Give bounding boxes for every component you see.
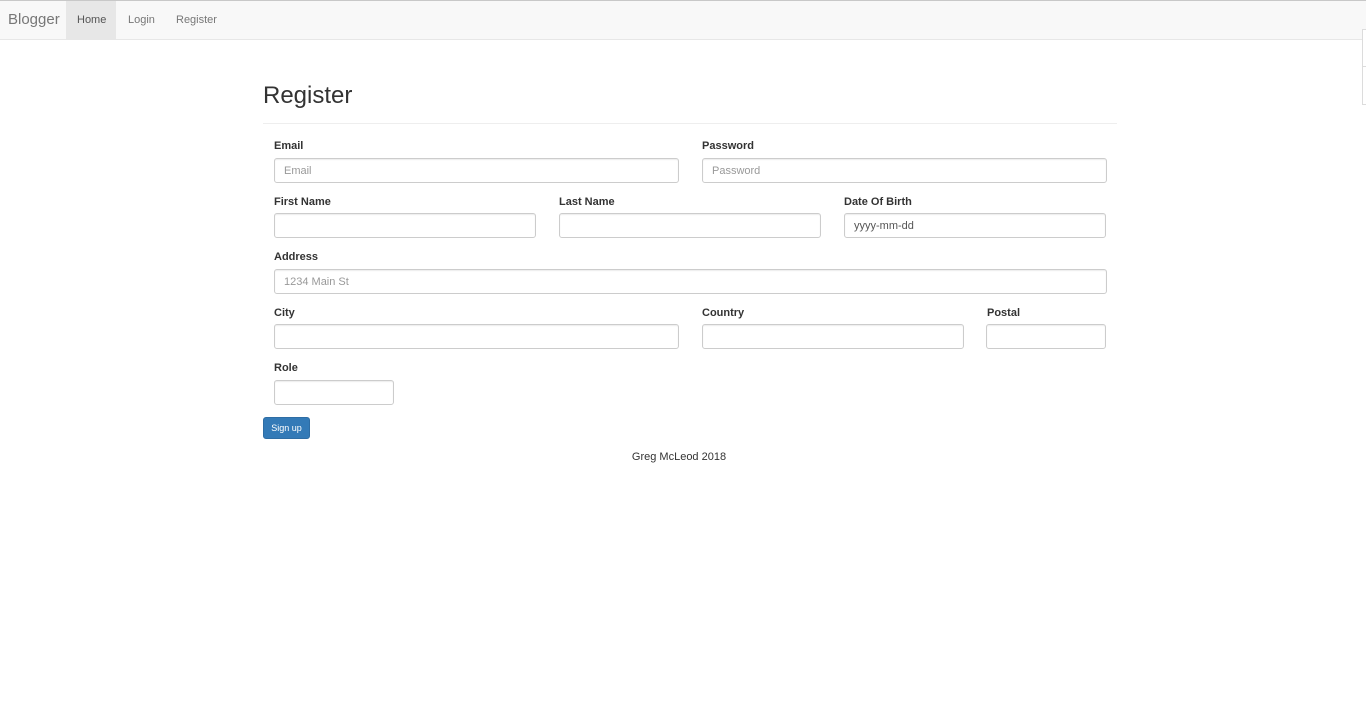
password-label: Password [702, 140, 754, 152]
postal-input[interactable] [986, 324, 1106, 349]
first-name-input[interactable] [274, 213, 536, 238]
address-input[interactable] [274, 269, 1107, 294]
role-label: Role [274, 362, 298, 374]
nav-link-home[interactable]: Home [66, 1, 116, 40]
password-input[interactable] [702, 158, 1107, 183]
country-input[interactable] [702, 324, 964, 349]
role-input[interactable] [274, 380, 394, 405]
brand-logo[interactable]: Blogger [8, 11, 60, 29]
first-name-label: First Name [274, 196, 331, 208]
dob-label: Date Of Birth [844, 196, 912, 208]
city-label: City [274, 307, 295, 319]
country-label: Country [702, 307, 745, 319]
navbar: Blogger Home Login Register [0, 0, 1366, 40]
footer-text: Greg McLeod 2018 [631, 451, 727, 463]
postal-label: Postal [987, 307, 1021, 319]
email-label: Email [274, 140, 304, 152]
title-divider [263, 123, 1117, 124]
scrollbar[interactable] [1362, 29, 1366, 105]
last-name-input[interactable] [559, 213, 821, 238]
last-name-label: Last Name [559, 196, 615, 208]
sign-up-button[interactable]: Sign up [263, 417, 310, 439]
nav-link-register[interactable]: Register [165, 1, 228, 40]
email-input[interactable] [274, 158, 679, 183]
page-title: Register [263, 82, 353, 109]
nav-link-login[interactable]: Login [117, 1, 166, 40]
city-input[interactable] [274, 324, 679, 349]
dob-input[interactable] [844, 213, 1106, 238]
address-label: Address [274, 251, 319, 263]
